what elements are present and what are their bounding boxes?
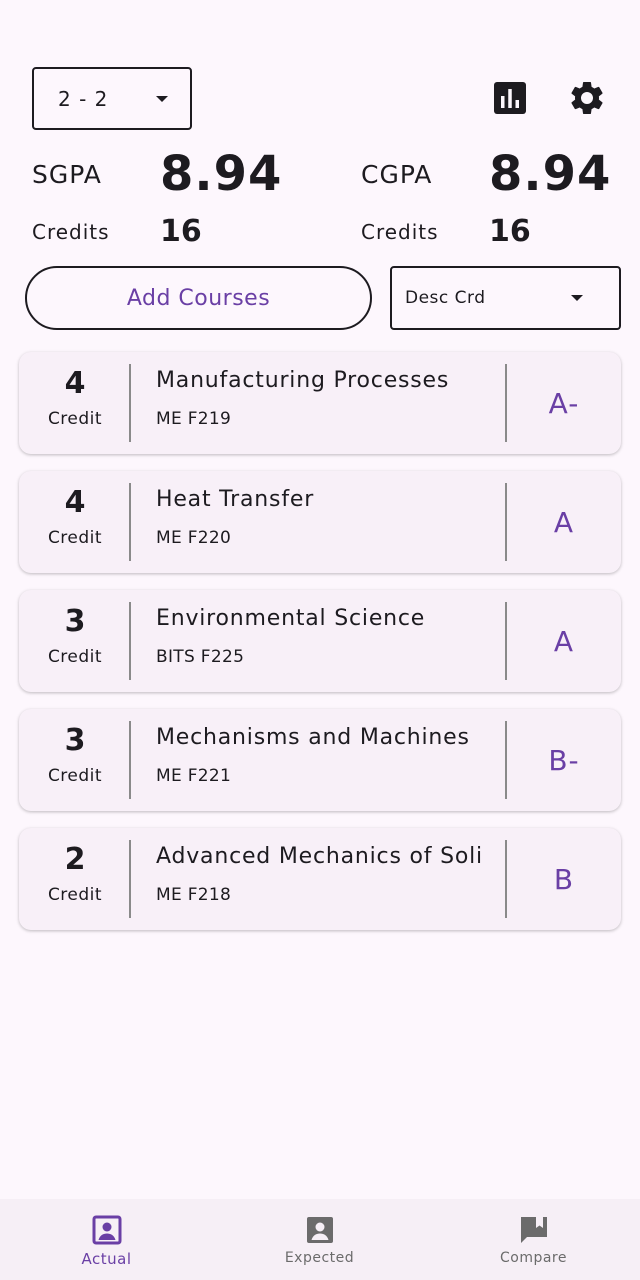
course-credit-label: Credit [47,528,103,548]
nav-actual[interactable]: Actual [0,1199,213,1280]
cgpa-value: 8.94 [489,146,612,202]
divider [129,483,131,561]
bar-chart-icon [494,82,526,114]
nav-expected[interactable]: Expected [213,1199,426,1280]
semester-dropdown[interactable]: 2 - 2 [32,67,192,130]
course-credit: 4 [64,485,86,520]
app-screen: 2 - 2 SGPA 8.94 CGPA 8.94 Credits 16 Cre… [0,0,640,1280]
course-name: Manufacturing Processes [156,368,450,393]
course-code: ME F219 [156,409,232,429]
settings-button[interactable] [565,76,609,120]
course-grade[interactable]: B [507,828,621,930]
person-card-icon [306,1217,333,1243]
course-name: Environmental Science [156,606,426,631]
course-credit-label: Credit [47,409,103,429]
course-credit-label: Credit [47,885,103,905]
cgpa-label: CGPA [361,160,433,189]
nav-label: Compare [499,1250,567,1266]
gear-icon [571,81,603,114]
divider [129,602,131,680]
course-grade[interactable]: A- [507,352,621,454]
sem-credits-label: Credits [32,220,110,244]
course-credit-label: Credit [47,766,103,786]
course-credit: 3 [64,604,86,639]
account-box-icon [92,1215,121,1245]
sgpa-value: 8.94 [160,146,283,202]
course-grade[interactable]: B- [507,709,621,811]
sort-value: Desc Crd [405,288,486,308]
chevron-down-icon [571,295,583,301]
course-code: ME F220 [156,528,232,548]
course-credit: 3 [64,723,86,758]
sem-credits-value: 16 [160,214,202,249]
course-grade[interactable]: A [507,471,621,573]
divider [129,840,131,918]
divider [129,721,131,799]
add-courses-button[interactable]: Add Courses [25,266,372,330]
sort-dropdown[interactable]: Desc Crd [390,266,621,330]
course-card[interactable]: 3 Credit Environmental Science BITS F225… [19,590,621,692]
semester-value: 2 - 2 [58,86,109,111]
course-credit-label: Credit [47,647,103,667]
bottom-navigation: Actual Expected Compare [0,1199,640,1280]
course-code: BITS F225 [156,647,245,667]
total-credits-label: Credits [361,220,439,244]
course-card[interactable]: 4 Credit Heat Transfer ME F220 A [19,471,621,573]
course-code: ME F218 [156,885,232,905]
divider [129,364,131,442]
course-code: ME F221 [156,766,232,786]
course-card[interactable]: 3 Credit Mechanisms and Machines ME F221… [19,709,621,811]
course-grade[interactable]: A [507,590,621,692]
course-name: Advanced Mechanics of Solids [156,844,481,869]
nav-label: Actual [81,1250,132,1268]
course-name: Mechanisms and Machines [156,725,470,750]
course-card[interactable]: 2 Credit Advanced Mechanics of Solids ME… [19,828,621,930]
nav-label: Expected [284,1250,355,1266]
stats-button[interactable] [488,76,532,120]
course-credit: 4 [64,366,86,401]
course-card[interactable]: 4 Credit Manufacturing Processes ME F219… [19,352,621,454]
sgpa-label: SGPA [32,160,102,189]
chevron-down-icon [156,95,168,102]
course-credit: 2 [64,842,86,877]
course-name: Heat Transfer [156,487,315,512]
nav-compare[interactable]: Compare [427,1199,640,1280]
total-credits-value: 16 [489,214,531,249]
bookmark-chat-icon [520,1217,547,1243]
